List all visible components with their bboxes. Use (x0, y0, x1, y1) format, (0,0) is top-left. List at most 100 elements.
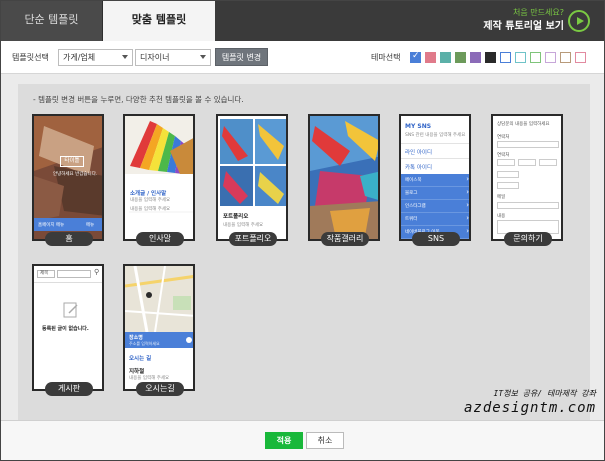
sns-menu-item[interactable]: 페이스북 › (401, 174, 469, 187)
card-label-gallery[interactable]: 작품갤러리 (321, 232, 369, 246)
home-bar-right: 메뉴 (86, 223, 95, 228)
template-card-sns[interactable]: MY SNS SNS 관련 내용을 입력해 주세요 라인 아이디 카톡 아이디 … (399, 114, 471, 241)
directions-place: 장소명 (129, 335, 143, 341)
sns-menu-label: 페이스북 (405, 178, 422, 183)
inquiry-input[interactable] (497, 202, 559, 209)
chevron-right-icon: › (466, 201, 469, 209)
chevron-right-icon: › (466, 175, 469, 183)
template-card-portfolio[interactable]: 포트폴리오 내용을 입력해 주세요 (216, 114, 288, 241)
inquiry-field-label: 연락처 (497, 135, 510, 140)
divider (401, 158, 469, 159)
greeting-photo (125, 116, 193, 239)
watermark-line-2: azdesigntm.com (464, 400, 597, 416)
theme-select-label: 테마선택 (371, 53, 401, 62)
theme-swatch[interactable] (425, 52, 436, 63)
notice-text: - 템플릿 변경 버튼을 누루면, 다양한 추천 템플릿을 볼 수 있습니다. (33, 95, 244, 104)
portfolio-title: 포트폴리오 (223, 214, 249, 220)
template-card-inquiry[interactable]: 상담문의 내용을 입력하세요 연락처 연락처 메일 내용 (491, 114, 563, 241)
theme-swatch[interactable] (560, 52, 571, 63)
theme-swatch[interactable] (530, 52, 541, 63)
tab-simple-template[interactable]: 단순 템플릿 (1, 1, 103, 41)
theme-swatch[interactable] (440, 52, 451, 63)
watermark-line-1: IT정보 공유/ 테마제작 강좌 (493, 389, 597, 398)
template-toolbar: 템플릿선택 가게/업체 디자이너 템플릿 변경 테마선택 (1, 41, 604, 74)
category-select-value: 가게/업체 (63, 53, 96, 62)
greeting-line: 내용을 입력해 주세요 (130, 198, 171, 203)
sns-menu-label: 인스타그램 (405, 204, 426, 209)
theme-swatch[interactable] (410, 51, 421, 63)
sns-menu-item[interactable]: 인스타그램 › (401, 200, 469, 213)
divider (34, 282, 102, 283)
sns-menu-label: 블로그 (405, 191, 418, 196)
card-label-directions[interactable]: 오시는길 (136, 382, 184, 396)
card-label-greeting[interactable]: 인사말 (136, 232, 184, 246)
template-dialog: 단순 템플릿 맞춤 템플릿 처음 만드세요? 제작 튜토리얼 보기 템플릿선택 … (0, 0, 605, 461)
divider (401, 143, 469, 144)
header-bar: 단순 템플릿 맞춤 템플릿 처음 만드세요? 제작 튜토리얼 보기 (1, 1, 604, 41)
greeting-line-2: 내용을 입력해 주세요 (130, 207, 171, 212)
card-label-inquiry[interactable]: 문의하기 (504, 232, 552, 246)
theme-swatch[interactable] (575, 52, 586, 63)
portfolio-line: 내용을 입력해 주세요 (223, 223, 264, 228)
theme-swatch[interactable] (485, 52, 496, 63)
play-icon[interactable] (568, 10, 590, 32)
template-card-greeting[interactable]: 소개글 / 인사말 내용을 입력해 주세요 내용을 입력해 주세요 (123, 114, 195, 241)
sns-menu-item[interactable]: 블로그 › (401, 187, 469, 200)
gallery-photos (310, 116, 378, 239)
write-icon (63, 302, 78, 318)
theme-swatch[interactable] (500, 52, 511, 63)
chevron-right-icon: › (466, 227, 469, 235)
theme-swatch[interactable] (470, 52, 481, 63)
dialog-footer: 적용 취소 (1, 420, 604, 460)
category-select[interactable]: 가게/업체 (58, 49, 133, 66)
inquiry-input[interactable] (539, 159, 557, 166)
sns-link-kakao[interactable]: 카톡 아이디 (405, 163, 432, 171)
home-title-box: 타이틀 (60, 156, 84, 167)
promo-question: 처음 만드세요? (513, 8, 564, 17)
template-card-gallery[interactable] (308, 114, 380, 241)
designer-select-value: 디자이너 (140, 53, 170, 62)
board-search-select[interactable]: 제목 (37, 270, 55, 278)
inquiry-input[interactable] (497, 141, 559, 148)
template-card-board[interactable]: 제목 ⚲ 등록된 글이 없습니다. (32, 264, 104, 391)
template-select-label: 템플릿선택 (12, 53, 49, 62)
cancel-button[interactable]: 취소 (306, 432, 344, 449)
template-card-directions[interactable]: 장소명 주소를 입력하세요 오시는 길 지하철 내용을 입력해 주세요 (123, 264, 195, 391)
theme-swatch[interactable] (545, 52, 556, 63)
chevron-right-icon: › (466, 214, 469, 222)
search-icon[interactable]: ⚲ (94, 268, 99, 276)
sns-title: MY SNS (405, 123, 432, 130)
designer-select[interactable]: 디자이너 (135, 49, 211, 66)
inquiry-field-label: 내용 (497, 214, 506, 219)
inquiry-input[interactable] (497, 159, 515, 166)
card-label-sns[interactable]: SNS (412, 232, 460, 246)
tab-custom-template[interactable]: 맞춤 템플릿 (103, 1, 215, 41)
sns-link-line[interactable]: 라인 아이디 (405, 148, 432, 156)
template-card-home[interactable]: 타이틀 안녕하세요 반갑습니다. 홈페이지 메뉴 메뉴 (32, 114, 104, 241)
sns-subtitle: SNS 관련 내용을 입력해 주세요 (405, 133, 466, 138)
directions-title: 오시는 길 (129, 356, 152, 362)
inquiry-input[interactable] (497, 171, 519, 178)
home-bar-left: 홈페이지 메뉴 (38, 223, 65, 228)
board-search-input[interactable] (57, 270, 91, 278)
promo-link[interactable]: 제작 튜토리얼 보기 (483, 21, 564, 33)
inquiry-title: 상담문의 내용을 입력하세요 (497, 122, 550, 127)
inquiry-field-label: 메일 (497, 195, 506, 200)
board-empty-text: 등록된 글이 없습니다. (42, 326, 89, 332)
tutorial-promo[interactable]: 처음 만드세요? 제작 튜토리얼 보기 (483, 7, 564, 33)
theme-swatch[interactable] (455, 52, 466, 63)
greeting-title: 소개글 / 인사말 (130, 191, 167, 197)
apply-button[interactable]: 적용 (265, 432, 303, 449)
inquiry-input[interactable] (497, 182, 519, 189)
card-label-portfolio[interactable]: 포트폴리오 (229, 232, 277, 246)
chevron-right-icon: › (466, 188, 469, 196)
inquiry-input[interactable] (518, 159, 536, 166)
sns-menu-label: 트위터 (405, 217, 418, 222)
sns-menu-item[interactable]: 트위터 › (401, 213, 469, 226)
card-label-board[interactable]: 게시판 (45, 382, 93, 396)
template-change-button[interactable]: 템플릿 변경 (215, 48, 268, 66)
chevron-down-icon (122, 55, 128, 59)
card-label-home[interactable]: 홈 (45, 232, 93, 246)
theme-swatch[interactable] (515, 52, 526, 63)
home-subtitle: 안녕하세요 반갑습니다. (53, 172, 98, 177)
